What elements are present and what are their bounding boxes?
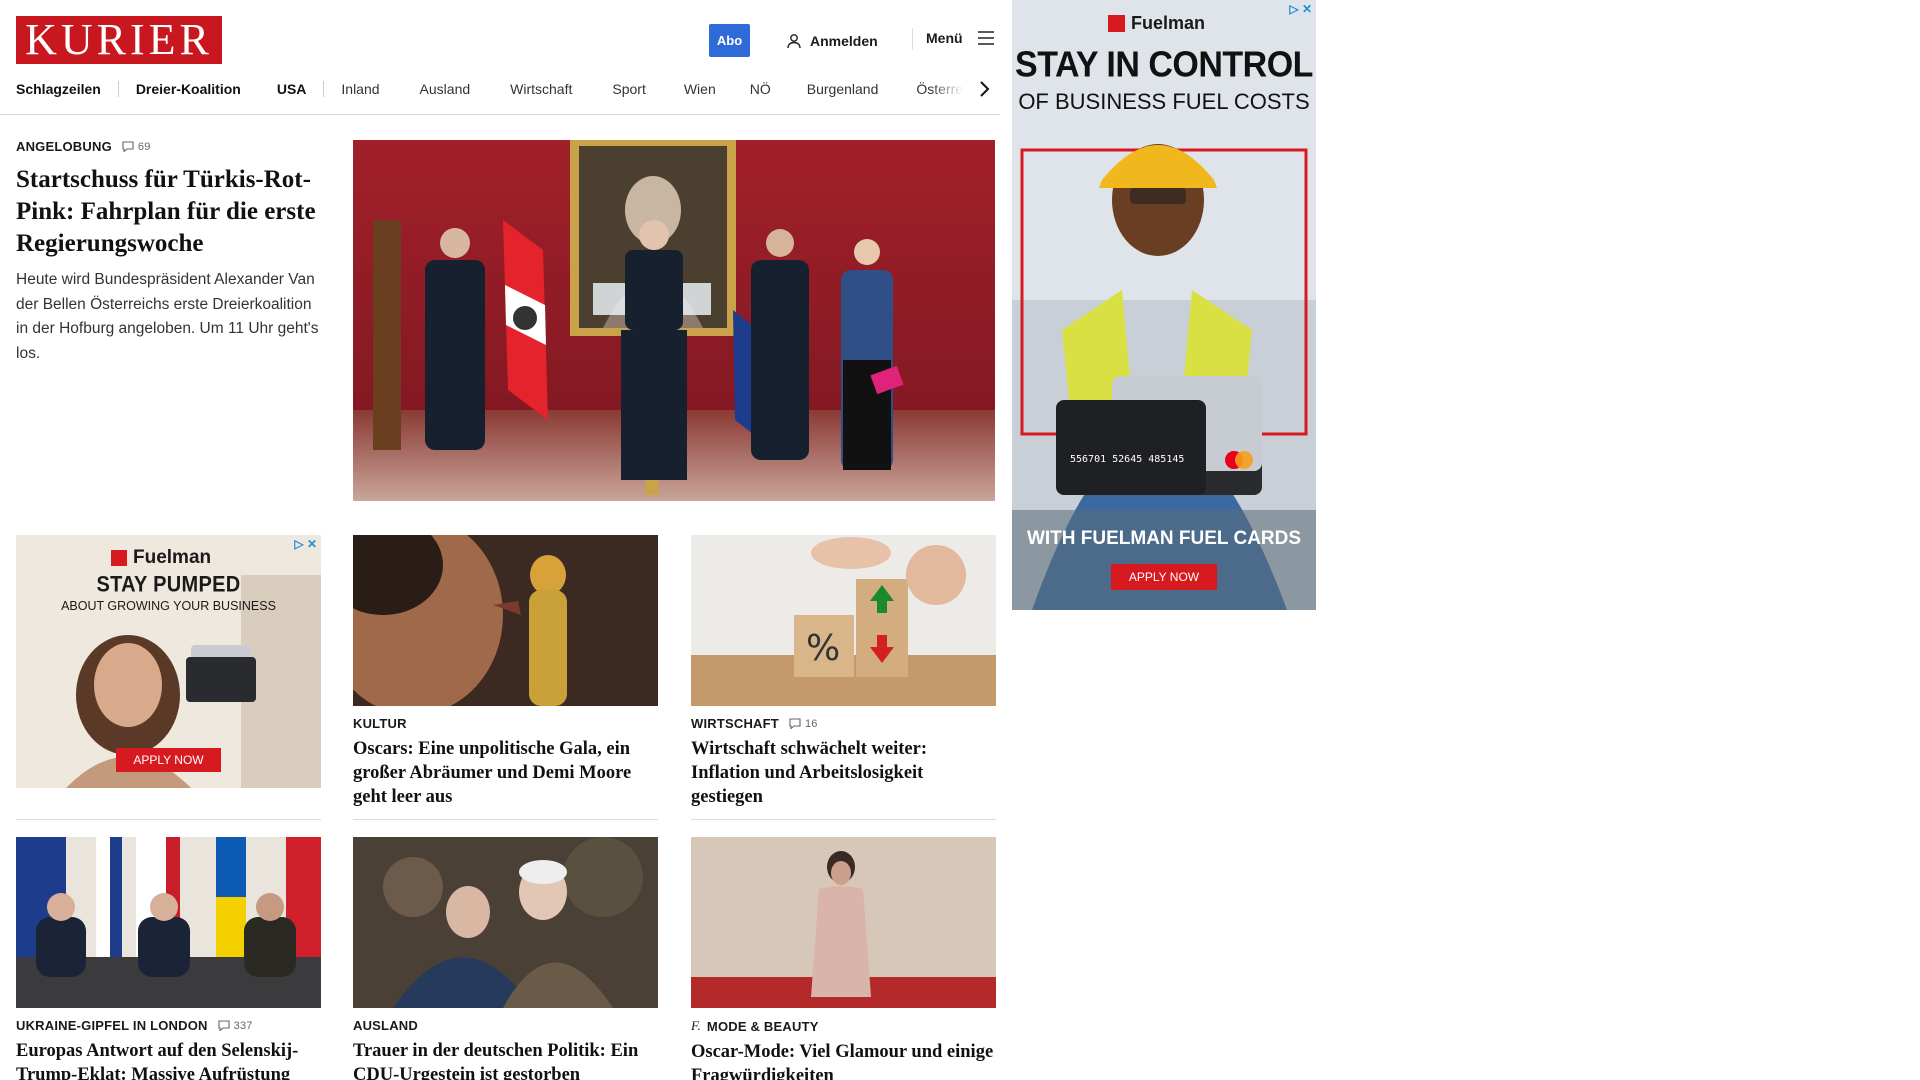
user-icon	[787, 34, 801, 49]
menu-button[interactable]: Menü	[926, 30, 995, 46]
comment-icon	[789, 718, 801, 729]
nav-item-inland[interactable]: Inland	[341, 81, 379, 97]
article-title[interactable]: Trauer in der deutschen Politik: Ein CDU…	[353, 1039, 658, 1080]
svg-text:%: %	[806, 628, 840, 669]
chevron-right-icon[interactable]	[976, 78, 992, 100]
article-card[interactable]: AUSLAND Trauer in der deutschen Politik:…	[353, 837, 658, 1080]
ad-subheadline: ABOUT GROWING YOUR BUSINESS	[61, 599, 276, 613]
fuelman-logo-icon	[1108, 15, 1125, 32]
ad-apply-button[interactable]: APPLY NOW	[1111, 564, 1217, 590]
lead-headline[interactable]: Startschuss für Türkis-Rot-Pink: Fahrpla…	[16, 164, 326, 260]
login-button[interactable]: Anmelden	[786, 30, 878, 52]
lead-image[interactable]	[353, 140, 995, 501]
fuelman-logo-icon	[111, 550, 127, 566]
kicker-label: UKRAINE-GIPFEL IN LONDON	[16, 1018, 208, 1033]
nav-divider	[323, 81, 325, 97]
ad-tagline: WITH FUELMAN FUEL CARDS	[1026, 528, 1302, 549]
login-label: Anmelden	[810, 33, 878, 49]
article-title[interactable]: Europas Antwort auf den Selenskij-Trump-…	[16, 1039, 321, 1080]
nav-item-sport[interactable]: Sport	[612, 81, 645, 97]
article-kicker: f. MODE & BEAUTY	[691, 1018, 996, 1034]
premium-icon: f.	[691, 1018, 701, 1033]
article-image[interactable]: %	[691, 535, 996, 706]
comment-count[interactable]: 69	[122, 141, 151, 153]
comment-count-value: 16	[804, 717, 818, 730]
article-kicker: UKRAINE-GIPFEL IN LONDON 337	[16, 1018, 321, 1033]
ad-headline: STAY IN CONTROL	[1015, 45, 1313, 85]
nav-item-schlagzeilen[interactable]: Schlagzeilen	[16, 81, 101, 97]
article-card[interactable]: UKRAINE-GIPFEL IN LONDON 337 Europas Ant…	[16, 837, 321, 1080]
article-title[interactable]: Oscars: Eine unpolitische Gala, ein groß…	[353, 737, 658, 809]
comment-count-value: 337	[233, 1019, 253, 1032]
article-image[interactable]	[16, 837, 321, 1008]
nav-item-ausland[interactable]: Ausland	[420, 81, 471, 97]
abo-button[interactable]: Abo	[709, 24, 750, 57]
kicker-label: WIRTSCHAFT	[691, 716, 779, 731]
kurier-logo[interactable]: KURIER	[16, 16, 222, 64]
divider	[16, 819, 321, 820]
nav-fade	[930, 78, 978, 100]
comment-icon	[218, 1020, 230, 1031]
article-kicker: KULTUR	[353, 716, 658, 731]
nav-item-usa[interactable]: USA	[277, 81, 307, 97]
nav-item-wirtschaft[interactable]: Wirtschaft	[510, 81, 572, 97]
comment-count-value: 69	[137, 140, 151, 153]
ad-brand-name: Fuelman	[1131, 13, 1206, 33]
article-card[interactable]: f. MODE & BEAUTY Oscar-Mode: Viel Glamou…	[691, 837, 996, 1080]
nav-item-noe[interactable]: NÖ	[750, 81, 771, 97]
ad-apply-button[interactable]: APPLY NOW	[116, 748, 221, 772]
divider	[691, 819, 996, 820]
nav-item-wien[interactable]: Wien	[684, 81, 716, 97]
nav-item-dreier-koalition[interactable]: Dreier-Koalition	[136, 81, 241, 97]
article-title[interactable]: Wirtschaft schwächelt weiter: Inflation …	[691, 737, 996, 809]
nav-item-burgenland[interactable]: Burgenland	[807, 81, 879, 97]
article-kicker: AUSLAND	[353, 1018, 658, 1033]
hamburger-icon	[977, 31, 994, 45]
article-image[interactable]	[353, 837, 658, 1008]
lead-teaser: Heute wird Bundespräsident Alexander Van…	[16, 271, 319, 362]
ad-subheadline: OF BUSINESS FUEL COSTS	[1018, 89, 1310, 114]
kicker-label: MODE & BEAUTY	[706, 1018, 819, 1034]
article-title[interactable]: Oscar-Mode: Viel Glamour und einige Frag…	[691, 1040, 996, 1080]
article-card[interactable]: % WIRTSCHAFT 16 Wirtschaft schwächelt we…	[691, 535, 996, 809]
ad-brand-name: Fuelman	[133, 547, 212, 568]
kicker-label: ANGELOBUNG	[16, 139, 112, 154]
comment-count[interactable]: 337	[218, 1020, 253, 1032]
kicker-label: KULTUR	[353, 716, 407, 731]
lead-kicker: ANGELOBUNG 69	[16, 139, 326, 154]
ad-brand: Fuelman	[111, 547, 211, 569]
lead-story[interactable]: ANGELOBUNG 69 Startschuss für Türkis-Rot…	[16, 139, 326, 366]
adchoices-icon[interactable]: ▷ ✕	[294, 537, 317, 551]
nav-divider	[117, 81, 119, 97]
fuelman-ad-small[interactable]: ▷ ✕ Fuelman STAY PUMPED ABOUT GROWING YO…	[16, 535, 321, 788]
fuelman-ad-large[interactable]: 556701 52645 485145 ▷ ✕ Fuelman STAY IN …	[1012, 0, 1316, 610]
comment-count[interactable]: 16	[789, 718, 818, 730]
menu-label: Menü	[926, 30, 963, 46]
ad-brand: Fuelman	[1108, 13, 1205, 34]
article-kicker: WIRTSCHAFT 16	[691, 716, 996, 731]
article-image[interactable]	[353, 535, 658, 706]
comment-icon	[122, 141, 134, 152]
kicker-label: AUSLAND	[353, 1018, 418, 1033]
site-header: KURIER Abo Anmelden Menü Schlagzeilen Dr…	[0, 0, 1000, 115]
ad-headline: STAY PUMPED	[96, 572, 241, 598]
article-image[interactable]	[691, 837, 996, 1008]
article-card[interactable]: KULTUR Oscars: Eine unpolitische Gala, e…	[353, 535, 658, 809]
adchoices-icon[interactable]: ▷ ✕	[1289, 2, 1312, 16]
divider	[353, 819, 658, 820]
ad-card-number: 556701 52645 485145	[1070, 454, 1184, 465]
header-divider	[912, 28, 913, 50]
category-nav: Schlagzeilen Dreier-Koalition USA Inland…	[16, 78, 992, 100]
